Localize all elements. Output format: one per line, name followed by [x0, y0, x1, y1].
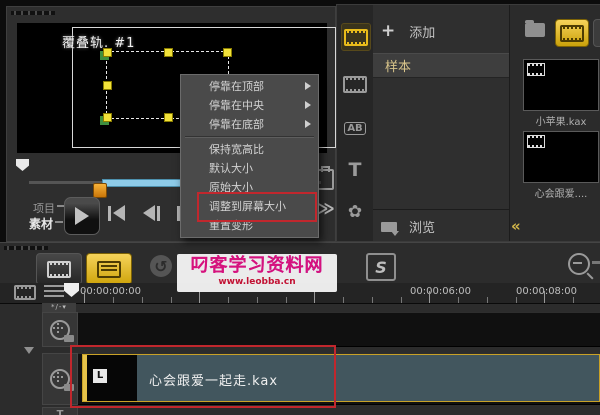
resize-handle-mid-left[interactable] [103, 81, 112, 90]
playhead-scrubber[interactable] [93, 183, 107, 198]
graphics-icon[interactable]: ✿ [341, 199, 369, 225]
previous-frame-icon [143, 205, 155, 221]
timeline-view-button[interactable] [86, 253, 132, 285]
project-mode-label[interactable]: 项目 [33, 200, 55, 216]
sound-mixer-icon[interactable]: S [366, 253, 396, 281]
track-manager-icon[interactable] [14, 285, 36, 300]
menu-item-label: 停靠在中央 [209, 99, 264, 112]
track-list-icon[interactable] [44, 285, 64, 299]
library-content-column: 小苹果.kax 心会跟爱.... « [509, 5, 600, 241]
video-file-icon [527, 63, 545, 76]
video-track-lane[interactable] [78, 312, 600, 347]
home-button[interactable] [108, 205, 125, 221]
resize-handle-bottom-mid[interactable] [164, 113, 173, 122]
browse-label: 浏览 [409, 221, 436, 236]
wave-glyph: S [375, 257, 387, 277]
overlay-track-text[interactable]: 覆叠轨. #1 [62, 32, 135, 51]
plus-icon: + [381, 21, 396, 41]
home-icon [108, 205, 111, 221]
overlay-track-icon [50, 369, 74, 391]
video-file-icon [527, 135, 545, 148]
list-view-button[interactable] [593, 19, 600, 47]
panel-grip [4, 246, 48, 250]
trim-start-handle[interactable] [16, 159, 29, 171]
resize-handle-top-right[interactable] [223, 48, 232, 57]
watermark: 叼客学习资料网 www.leobba.cn [177, 254, 337, 292]
panel-grip [11, 11, 55, 15]
text-tool-icon[interactable]: T [341, 157, 369, 183]
play-button[interactable] [64, 197, 100, 235]
menu-item-keep-aspect-ratio[interactable]: 保持宽高比 [181, 140, 318, 159]
clip-mode-label[interactable]: 素材 [29, 215, 53, 232]
resize-handle-bottom-left[interactable] [103, 113, 112, 122]
undo-glyph: ↺ [154, 256, 168, 276]
library-item-name: 心会跟爱.... [534, 189, 588, 200]
submenu-arrow-icon [305, 82, 311, 90]
menu-item-dock-bottom[interactable]: 停靠在底部 [181, 115, 318, 134]
library-category-sample[interactable]: 样本 [373, 53, 509, 78]
library-item-thumbnail[interactable] [523, 131, 599, 183]
ruler-label: 00:00:06:00 [410, 286, 472, 297]
menu-item-default-size[interactable]: 默认大小 [181, 159, 318, 178]
menu-item-label: 保持宽高比 [209, 143, 264, 156]
storyboard-view-button[interactable] [36, 253, 82, 285]
mode-tie [55, 221, 63, 223]
annotation-box-clip [70, 345, 336, 408]
transition-icon[interactable] [341, 71, 369, 97]
menu-item-dock-top[interactable]: 停靠在顶部 [181, 77, 318, 96]
expand-tracks-icon[interactable] [24, 347, 34, 354]
previous-frame-icon [157, 205, 160, 221]
watermark-url: www.leobba.cn [218, 277, 296, 287]
menu-item-label: 停靠在顶部 [209, 80, 264, 93]
selected-range-bar[interactable] [102, 179, 190, 187]
library-item-name: 小苹果.kax [535, 117, 587, 128]
thumbnail-view-button[interactable] [555, 19, 589, 47]
video-track-icon [50, 319, 74, 342]
annotation-box-menu-item [197, 192, 317, 222]
add-label: 添加 [409, 25, 436, 41]
split-clip-icon[interactable] [317, 166, 334, 190]
menu-item-label: 停靠在底部 [209, 118, 264, 131]
play-icon [75, 207, 89, 225]
previous-frame-button[interactable] [143, 205, 160, 221]
ruler-label: 00:00:08:00 [516, 286, 578, 297]
zoom-out-icon[interactable] [568, 253, 590, 275]
menu-separator [185, 136, 314, 138]
watermark-title: 叼客学习资料网 [177, 254, 337, 278]
title-ab-icon[interactable]: AB [341, 115, 369, 141]
undo-icon[interactable]: ↺ [150, 255, 172, 277]
resize-handle-top-mid[interactable] [164, 48, 173, 57]
resize-handle-top-left[interactable] [103, 48, 112, 57]
browse-folder-icon [381, 221, 399, 236]
title-track-header[interactable]: T [42, 407, 78, 415]
submenu-arrow-icon [305, 120, 311, 128]
library-list-column: + 添加 样本 浏览 [373, 5, 510, 241]
track-tab-strip[interactable]: */-▾ [42, 303, 76, 312]
ruler-label: 00:00:00:00 [80, 286, 142, 297]
collapse-panel-button[interactable]: « [511, 217, 521, 235]
video-track-header[interactable] [42, 312, 78, 347]
enlarge-chevron-icon[interactable]: ≫ [317, 199, 335, 219]
media-library-icon[interactable] [341, 23, 371, 51]
library-item-thumbnail[interactable] [523, 59, 599, 111]
menu-item-dock-center[interactable]: 停靠在中央 [181, 96, 318, 115]
browse-row[interactable]: 浏览 [381, 217, 435, 236]
folder-up-icon[interactable] [525, 20, 545, 37]
category-label: 样本 [385, 60, 412, 75]
timeline-zoom-slider[interactable] [592, 261, 600, 264]
add-folder-row[interactable]: + 添加 [381, 21, 435, 41]
menu-item-label: 默认大小 [209, 162, 253, 175]
videostudio-app: 覆叠轨. #1 项目 素材 ≫ 停靠在顶部 停靠在中央 停靠在底部 保持宽高比 … [0, 0, 600, 415]
submenu-arrow-icon [305, 101, 311, 109]
library-category-rail: AB T ✿ [337, 5, 374, 241]
home-icon [113, 205, 125, 221]
divider [373, 209, 509, 210]
library-panel: AB T ✿ + 添加 样本 浏览 小苹果.kax 心会跟爱.... « [336, 4, 600, 242]
